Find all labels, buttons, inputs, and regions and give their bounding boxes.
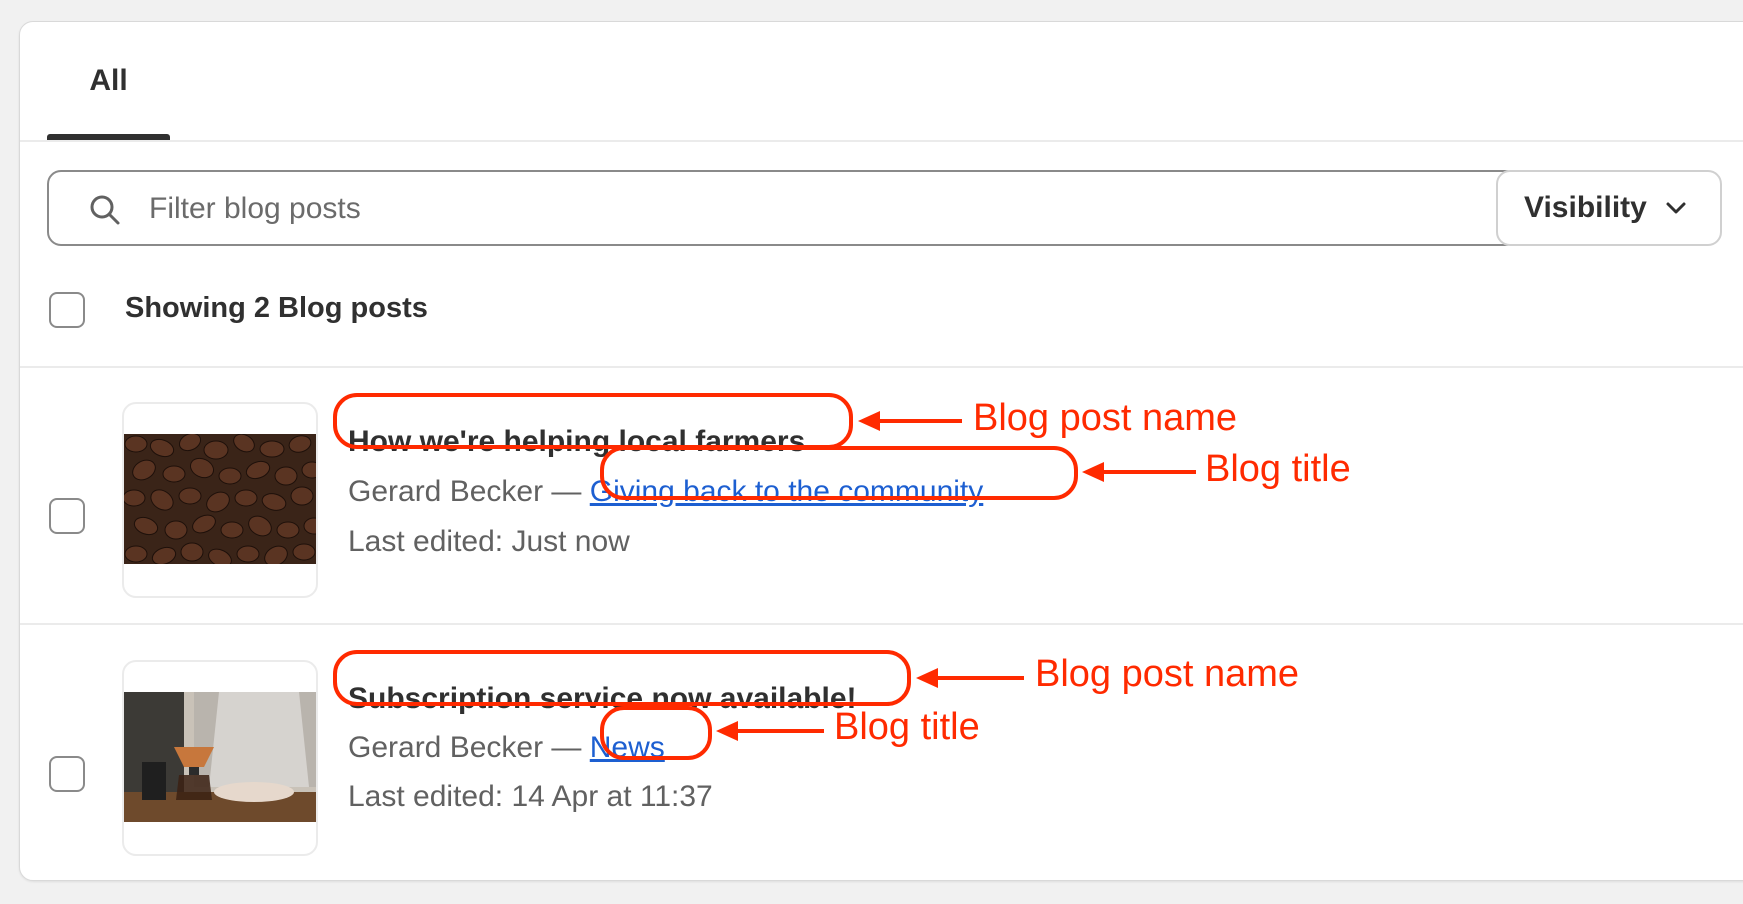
coffee-brewing-image (124, 692, 316, 822)
visibility-label: Visibility (1524, 191, 1647, 224)
showing-count: Showing 2 Blog posts (125, 292, 428, 324)
annotation-label-blog-title-1: Blog title (1205, 448, 1351, 490)
tab-active-indicator (47, 134, 170, 140)
post-thumbnail (122, 402, 318, 598)
tab-bar: All (20, 22, 1743, 142)
search-field[interactable] (47, 170, 1519, 246)
annotation-arrow-3 (916, 668, 1024, 688)
annotation-box-post-name-1 (333, 393, 853, 449)
row-checkbox[interactable] (49, 756, 85, 792)
list-header: Showing 2 Blog posts (20, 262, 1743, 368)
post-author: Gerard Becker — (348, 475, 582, 508)
last-edited: Last edited: 14 Apr at 11:37 (348, 780, 713, 813)
search-icon (90, 195, 120, 225)
annotation-box-post-name-2 (333, 650, 911, 706)
row-checkbox[interactable] (49, 498, 85, 534)
post-author: Gerard Becker — (348, 731, 582, 764)
last-edited: Last edited: Just now (348, 525, 630, 558)
visibility-filter-button[interactable]: Visibility (1496, 170, 1722, 246)
annotation-arrow-4 (716, 721, 824, 741)
annotation-label-blog-title-2: Blog title (834, 706, 980, 748)
annotation-box-blog-title-1 (600, 446, 1078, 500)
annotation-arrow-1 (858, 411, 962, 431)
annotation-box-blog-title-2 (600, 706, 712, 760)
search-input[interactable] (147, 182, 1491, 236)
tab-all[interactable]: All (47, 22, 170, 140)
annotation-label-post-name-2: Blog post name (1035, 653, 1300, 695)
annotation-arrow-2 (1082, 462, 1196, 482)
chevron-down-icon (1666, 202, 1686, 214)
coffee-beans-image (124, 434, 316, 564)
annotation-label-post-name-1: Blog post name (973, 397, 1238, 439)
select-all-checkbox[interactable] (49, 292, 85, 328)
post-thumbnail (122, 660, 318, 856)
